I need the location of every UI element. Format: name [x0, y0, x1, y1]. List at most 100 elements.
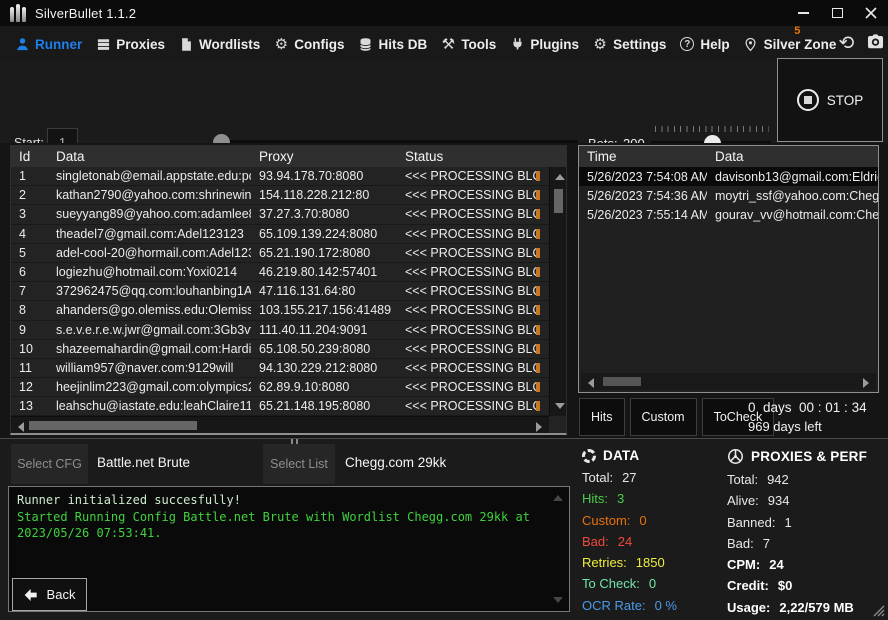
log-line: Runner initialized succesfully!	[17, 492, 561, 509]
tools-icon: ⚒	[440, 36, 456, 52]
history-icon: ⟲	[838, 34, 854, 54]
back-arrow-icon	[24, 588, 40, 602]
hit-row[interactable]: 5/26/2023 7:55:14 AM gourav_vv@hotmail.c…	[579, 205, 878, 224]
stop-button[interactable]: STOP	[777, 58, 883, 142]
close-button[interactable]	[854, 0, 888, 26]
help-icon: ?	[679, 36, 695, 52]
silverbullet-logo-icon	[10, 4, 26, 22]
license-days-left: 969 days left	[748, 419, 867, 434]
stat-item: Bad:24	[582, 534, 677, 555]
runtime-timer: 0 days 00 : 01 : 34 969 days left	[748, 400, 867, 434]
select-cfg-button[interactable]: Select CFG	[11, 444, 88, 484]
scrollbar-thumb[interactable]	[603, 377, 641, 386]
stat-item: Total:942	[727, 472, 867, 493]
navbar: Runner Proxies Wordlists ⚙ Con	[0, 26, 888, 62]
selected-config-name: Battle.net Brute	[97, 455, 190, 470]
stat-item: Custom:0	[582, 513, 677, 534]
scroll-up-icon[interactable]	[553, 495, 563, 501]
table-row[interactable]: 11 william957@naver.com:9129will 94.130.…	[11, 359, 549, 378]
tab-hits[interactable]: Hits	[579, 398, 625, 436]
table-header: Id Data Proxy Status	[11, 146, 566, 167]
scroll-down-icon[interactable]	[555, 403, 565, 409]
scroll-up-icon[interactable]	[555, 174, 565, 180]
horizontal-scrollbar[interactable]	[11, 416, 549, 433]
resize-grip[interactable]	[872, 604, 885, 617]
app-window: SilverBullet 1.1.2 Runner Proxies	[0, 0, 888, 620]
scrollbar-thumb[interactable]	[29, 421, 197, 430]
vertical-scrollbar[interactable]	[549, 167, 566, 416]
scroll-left-icon[interactable]	[18, 422, 24, 432]
hit-row[interactable]: 5/26/2023 7:54:36 AM moytri_ssf@yahoo.co…	[579, 186, 878, 205]
nav-item-tools[interactable]: ⚒ Tools	[440, 36, 496, 52]
back-button[interactable]: Back	[12, 578, 87, 611]
tab-custom[interactable]: Custom	[630, 398, 697, 436]
log-line: Started Running Config Battle.net Brute …	[17, 509, 561, 526]
table-row[interactable]: 5 adel-cool-20@hormail.com:Adel123 65.21…	[11, 244, 549, 263]
table-row[interactable]: 1 singletonab@email.appstate.edu:pc 93.9…	[11, 167, 549, 186]
elapsed-time: 0 days 00 : 01 : 34	[748, 400, 867, 415]
stat-item: Usage:2,22/579 MB	[727, 600, 867, 620]
gear-icon: ⚙	[592, 36, 608, 52]
stat-item: Credit:$0	[727, 578, 867, 599]
table-row[interactable]: 4 theadel7@gmail.com:Adel123123 65.109.1…	[11, 225, 549, 244]
gear-icon: ⚙	[273, 36, 289, 52]
run-data-table: Id Data Proxy Status 1 singletonab@email…	[10, 145, 567, 435]
minimize-button[interactable]	[786, 0, 820, 26]
runner-controls: Start: Bots: 200 Prog: 27 / 29314694 ( 0…	[0, 62, 888, 143]
scrollbar-thumb[interactable]	[554, 189, 563, 213]
table-row[interactable]: 8 ahanders@go.olemiss.edu:Olemiss1 103.1…	[11, 301, 549, 320]
nav-item-proxies[interactable]: Proxies	[95, 36, 165, 52]
table-row[interactable]: 12 heejinlim223@gmail.com:olympics2 62.8…	[11, 378, 549, 397]
camera-icon	[866, 32, 885, 56]
select-list-button[interactable]: Select List	[263, 444, 335, 484]
proxies-stats-panel: PROXIES & PERF Total:942 Alive:934 Banne…	[727, 448, 867, 620]
scroll-right-icon[interactable]	[863, 378, 869, 388]
data-stats-panel: DATA Total:27 Hits:3 Custom:0	[582, 448, 677, 619]
stat-item: Retries:1850	[582, 555, 677, 576]
stat-item: To Check:0	[582, 576, 677, 597]
hits-table: Time Data 5/26/2023 7:54:08 AM davisonb1…	[578, 145, 879, 393]
stop-icon	[797, 89, 819, 111]
bottom-section: Runner initialized succesfully! Started …	[0, 484, 888, 620]
hit-row[interactable]: 5/26/2023 7:54:08 AM davisonb13@gmail.co…	[579, 167, 878, 186]
nav-item-plugins[interactable]: Plugins	[509, 36, 579, 52]
table-row[interactable]: 13 leahschu@iastate.edu:leahClaire11 65.…	[11, 397, 549, 416]
stat-item: Bad:7	[727, 536, 867, 557]
table-row[interactable]: 3 sueyyang89@yahoo.com:adamlee8 37.27.3.…	[11, 205, 549, 224]
window-title: SilverBullet 1.1.2	[35, 6, 136, 21]
nav-item-hits-db[interactable]: Hits DB	[358, 36, 428, 52]
selected-wordlist-name: Chegg.com 29kk	[345, 455, 446, 470]
stat-item: OCR Rate:0 %	[582, 598, 677, 619]
server-icon	[95, 36, 111, 52]
table-row[interactable]: 7 372962475@qq.com:louhanbing1A 47.116.1…	[11, 282, 549, 301]
notification-badge: 5	[794, 25, 800, 37]
nav-item-wordlists[interactable]: Wordlists	[178, 36, 260, 52]
titlebar: SilverBullet 1.1.2	[0, 0, 888, 26]
table-row[interactable]: 10 shazeemahardin@gmail.com:Hardir 65.10…	[11, 340, 549, 359]
nav-item-help[interactable]: ? Help	[679, 36, 729, 52]
table-row[interactable]: 2 kathan2790@yahoo.com:shrinewine 154.11…	[11, 186, 549, 205]
helm-icon	[727, 448, 744, 465]
table-row[interactable]: 9 s.e.v.e.r.e.w.jwr@gmail.com:3Gb3vw 111…	[11, 321, 549, 340]
scroll-left-icon[interactable]	[588, 378, 594, 388]
nav-item-runner[interactable]: Runner	[14, 36, 82, 52]
screenshot-button[interactable]	[865, 34, 885, 54]
plug-icon	[509, 36, 525, 52]
person-icon	[14, 36, 30, 52]
log-line: 2023/05/26 07:53:41.	[17, 525, 561, 542]
scroll-down-icon[interactable]	[553, 597, 563, 603]
log-console[interactable]: Runner initialized succesfully! Started …	[8, 486, 570, 612]
nav-item-silver-zone[interactable]: Silver Zone 5	[743, 36, 837, 52]
nav-item-configs[interactable]: ⚙ Configs	[273, 36, 344, 52]
stat-item: Alive:934	[727, 493, 867, 514]
history-button[interactable]: ⟲	[836, 34, 856, 54]
scroll-right-icon[interactable]	[536, 422, 542, 432]
nav-item-settings[interactable]: ⚙ Settings	[592, 36, 666, 52]
file-icon	[178, 36, 194, 52]
maximize-button[interactable]	[820, 0, 854, 26]
stat-item: Total:27	[582, 470, 677, 491]
horizontal-scrollbar[interactable]	[581, 373, 876, 390]
table-header: Time Data	[579, 146, 878, 167]
stat-item: Hits:3	[582, 491, 677, 512]
table-row[interactable]: 6 logiezhu@hotmail.com:Yoxi0214 46.219.8…	[11, 263, 549, 282]
